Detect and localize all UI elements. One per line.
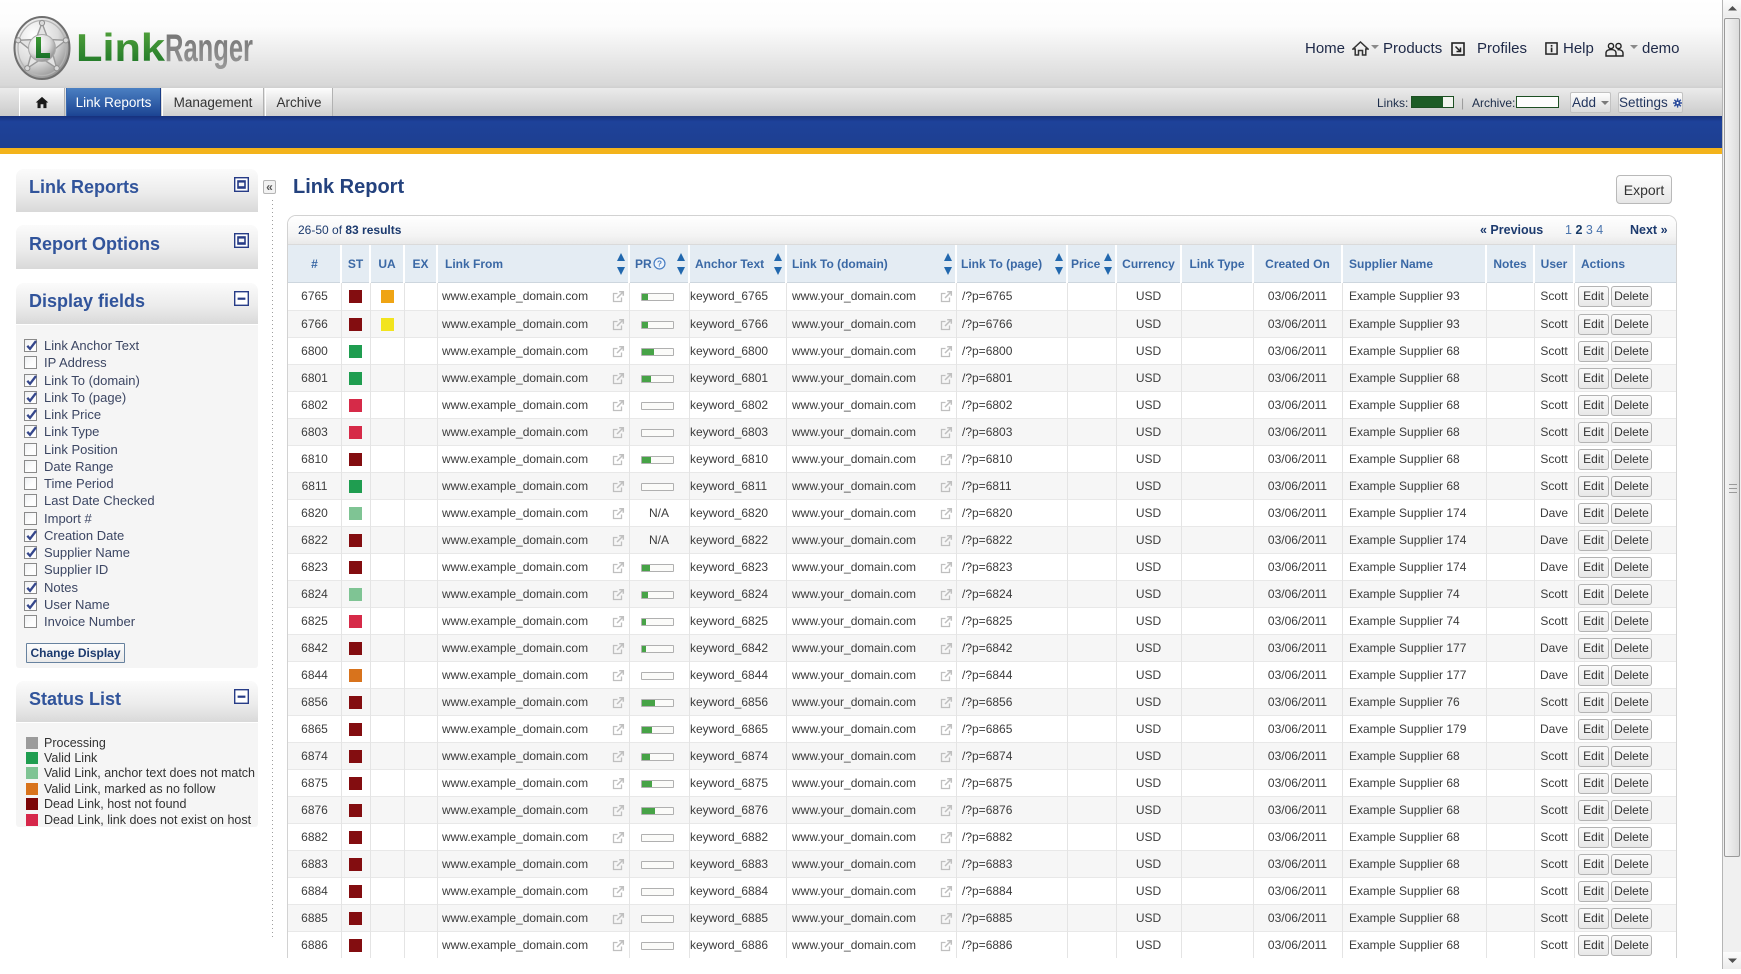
svg-text:?: ? — [657, 260, 662, 269]
svg-text:LinkRanger: LinkRanger — [76, 27, 253, 70]
